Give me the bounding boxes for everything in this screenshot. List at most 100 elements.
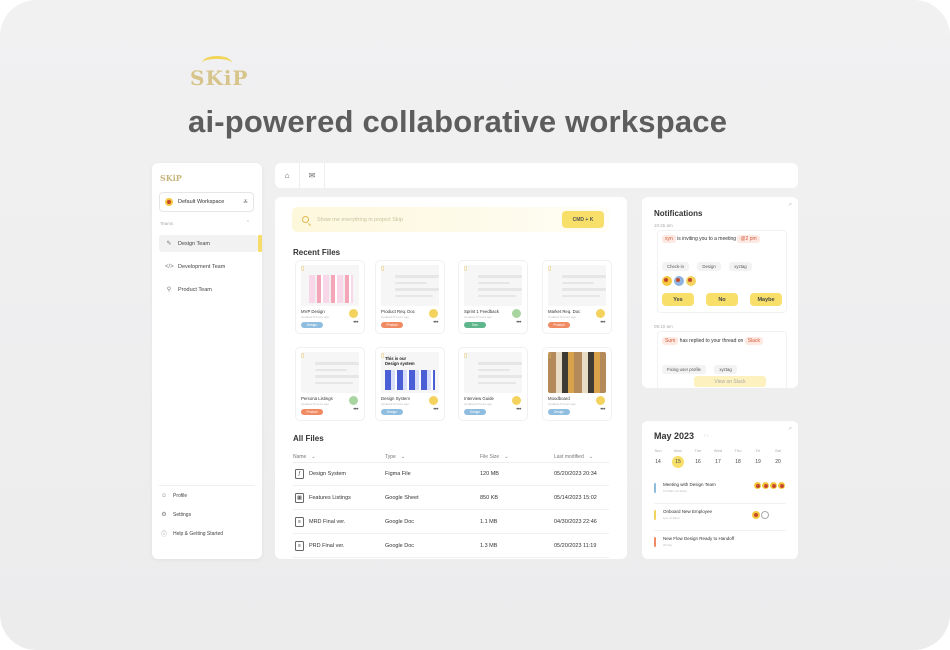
attendee-avatars: [752, 511, 769, 519]
weekday-label: Sun: [654, 448, 662, 453]
file-icon: ▯: [381, 353, 385, 359]
file-card[interactable]: ▯ Interview Guide Updated 8 hours ago Desig…: [459, 348, 527, 420]
table-row[interactable]: ≡ MRD Final ver. Google Doc 1.1 MB 04/30/202…: [293, 511, 609, 534]
column-type[interactable]: Type ⌄: [385, 451, 405, 462]
date-cell[interactable]: 18: [730, 459, 746, 465]
sidebar-item-product-team[interactable]: ⚲ Product Team: [159, 281, 258, 298]
tab-bar: ⌂ ✉: [275, 163, 798, 188]
background-card: SKiP ai-powered collaborative workspace …: [0, 0, 950, 650]
tag-chips: Check-in Design xyztag: [662, 255, 756, 273]
file-type: Google Doc: [385, 519, 415, 525]
date-cell[interactable]: 17: [710, 459, 726, 465]
yes-button[interactable]: Yes: [662, 293, 694, 306]
more-icon[interactable]: •••: [600, 407, 605, 413]
more-icon[interactable]: •••: [516, 407, 521, 413]
sidebar-settings[interactable]: ⚙ Settings: [160, 511, 191, 519]
file-tag: Product: [301, 409, 323, 415]
more-icon[interactable]: •••: [516, 320, 521, 326]
file-name: Market Req. Doc: [548, 309, 581, 314]
notifications-panel: ↗ Notifications 10:45 am xyn is inviting…: [642, 197, 798, 388]
more-icon[interactable]: •••: [433, 320, 438, 326]
table-row[interactable]: ƒ Design System Figma File 120 MB 05/20/2023…: [293, 463, 609, 486]
file-card[interactable]: This is our Design system ▯ Design System U…: [376, 348, 444, 420]
column-modified[interactable]: Last modified ⌄: [554, 451, 593, 462]
owner-avatar: [596, 396, 605, 405]
sidebar-profile[interactable]: ☺ Profile: [160, 493, 187, 499]
sidebar-logo: SKiP: [160, 173, 182, 183]
calendar-title: May 2023: [654, 431, 695, 441]
table-row[interactable]: ▦ Features Listings Google Sheet 850 KB 05/1…: [293, 487, 609, 510]
inbox-icon[interactable]: ✉: [300, 163, 325, 188]
box-icon: ⚲: [166, 287, 172, 293]
calendar-event[interactable]: Onboard New Employee 1pm-4:30pm: [654, 508, 789, 527]
file-card[interactable]: ▯ Moodboard Updated 8 hours ago Design •••: [543, 348, 611, 420]
file-name: Product Req. Doc: [381, 309, 415, 314]
file-name: Moodboard: [548, 396, 570, 401]
calendar-nav[interactable]: ‹ ›: [704, 433, 709, 439]
file-icon: ▯: [464, 266, 468, 272]
file-card[interactable]: ▯ Market Req. Doc Updated 8 hours ago Produ…: [543, 261, 611, 333]
more-icon[interactable]: •••: [353, 320, 358, 326]
owner-avatar: [429, 309, 438, 318]
search-bar[interactable]: Show me everything in project Skip CMD +…: [292, 207, 609, 232]
file-card[interactable]: ▯ MVP Design Updated 8 hours ago Design •••: [296, 261, 364, 333]
owner-avatar: [512, 309, 521, 318]
more-icon[interactable]: •••: [600, 320, 605, 326]
logo-arc: [202, 56, 232, 70]
collapse-icon[interactable]: ⌃: [246, 220, 250, 226]
date-cell[interactable]: 16: [690, 459, 706, 465]
doc-icon: ≡: [295, 517, 304, 527]
more-icon[interactable]: •••: [353, 407, 358, 413]
sidebar-item-design-team[interactable]: ✎ Design Team: [159, 235, 262, 252]
event-color-bar: [654, 537, 656, 547]
workspace-avatar: [165, 198, 173, 206]
date-cell[interactable]: 14: [650, 459, 666, 465]
file-card[interactable]: ▯ Product Req. Doc Updated 8 hours ago Prod…: [376, 261, 444, 333]
maybe-button[interactable]: Maybe: [750, 293, 782, 306]
file-updated: Updated 8 hours ago: [548, 315, 577, 319]
all-files-title: All Files: [293, 434, 324, 443]
event-time: 10:00am-11:30am: [663, 489, 688, 493]
file-tag: Product: [548, 322, 570, 328]
owner-avatar: [349, 309, 358, 318]
date-cell[interactable]: 20: [770, 459, 786, 465]
shortcut-button[interactable]: CMD + K: [562, 211, 604, 228]
sidebar-item-label: Product Team: [178, 286, 212, 293]
doc-icon: ≡: [295, 541, 304, 551]
expand-icon[interactable]: ↗: [788, 202, 792, 208]
calendar-panel: ↗ May 2023 ‹ › Sun 14 Mon 15 Tue 16 Wed 17 Thu 18…: [642, 421, 798, 559]
date-cell[interactable]: 15: [670, 459, 686, 465]
home-icon[interactable]: ⌂: [275, 163, 300, 188]
search-input[interactable]: Show me everything in project Skip: [317, 217, 403, 223]
sidebar-help[interactable]: ⓘ Help & Getting Started: [160, 529, 223, 539]
owner-avatar: [596, 309, 605, 318]
owner-avatar: [349, 396, 358, 405]
column-name[interactable]: Name ⌄: [293, 451, 316, 462]
event-title: New Flow Design Ready to Handoff: [663, 536, 735, 541]
sender-name: xyn: [662, 235, 676, 243]
file-card[interactable]: ▯ Sprint 1 Feedback Updated 8 hours ago Dev…: [459, 261, 527, 333]
figma-icon: ƒ: [295, 469, 304, 479]
no-button[interactable]: No: [706, 293, 738, 306]
user-icon: ☺: [160, 493, 168, 499]
table-row[interactable]: ≡ PRD Final ver. Google Doc 1.3 MB 05/20/202…: [293, 535, 609, 558]
calendar-event[interactable]: Meeting with Design Team 10:00am-11:30am: [654, 481, 789, 500]
file-card[interactable]: ▯ Persona Listings Updated 8 hours ago Prod…: [296, 348, 364, 420]
file-modified: 04/30/2023 22:46: [554, 519, 597, 525]
date-cell[interactable]: 19: [750, 459, 766, 465]
view-on-slack-button[interactable]: View on Slack: [694, 376, 766, 387]
notifications-title: Notifications: [654, 209, 703, 218]
file-tag: Product: [381, 322, 403, 328]
sidebar-item-development-team[interactable]: </> Development Team: [159, 258, 258, 275]
teams-label: Teams: [160, 221, 174, 226]
pen-icon: ✎: [166, 241, 172, 247]
more-icon[interactable]: •••: [433, 407, 438, 413]
expand-icon[interactable]: ↗: [788, 426, 792, 432]
workspace-select[interactable]: Default Workspace ≚: [159, 192, 254, 212]
file-tag: Dev: [464, 322, 486, 328]
event-divider: [654, 530, 786, 531]
avatar: [686, 276, 696, 286]
weekday-label: Fri: [755, 448, 761, 453]
column-size[interactable]: File Size ⌄: [480, 451, 508, 462]
calendar-event[interactable]: New Flow Design Ready to Handoff All day: [654, 535, 789, 554]
